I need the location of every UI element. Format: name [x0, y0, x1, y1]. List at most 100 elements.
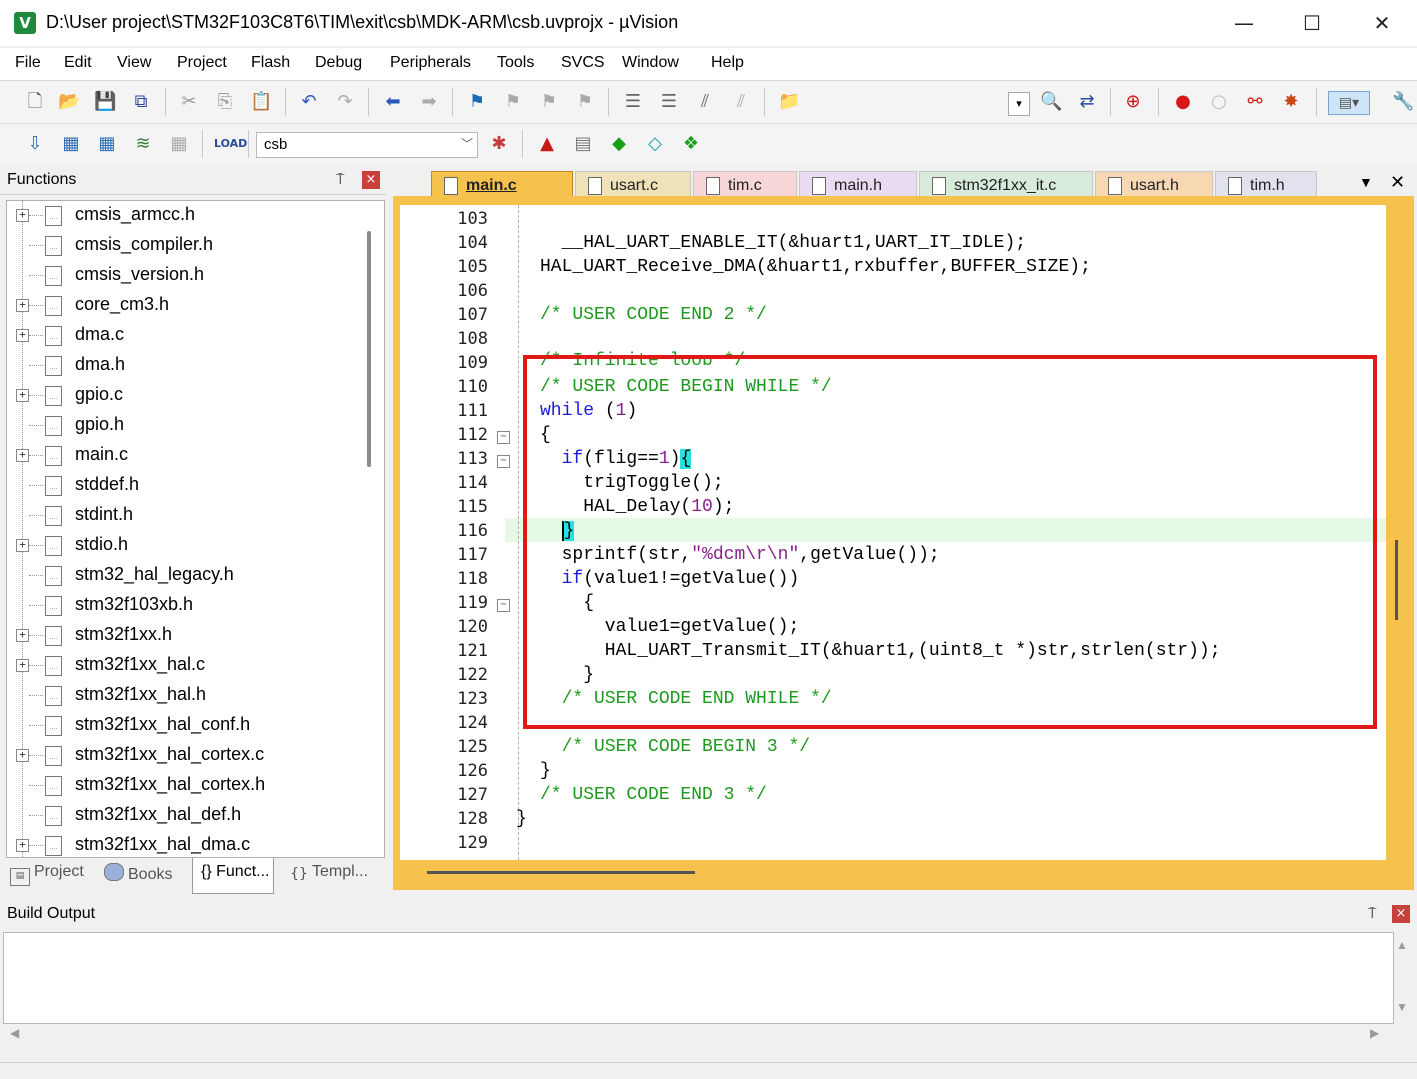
menu-peripherals[interactable]: Peripherals: [390, 54, 471, 72]
expand-icon[interactable]: +: [16, 389, 29, 402]
tree-item[interactable]: +.... stdio.h: [7, 531, 357, 561]
tree-item[interactable]: .... stm32f1xx_hal_def.h: [7, 801, 357, 831]
tree-item[interactable]: .... stm32f103xb.h: [7, 591, 357, 621]
expand-icon[interactable]: +: [16, 659, 29, 672]
tree-item[interactable]: +.... dma.c: [7, 321, 357, 351]
maximize-button[interactable]: ☐: [1282, 6, 1342, 40]
close-icon[interactable]: ×: [1392, 905, 1410, 923]
expand-icon[interactable]: +: [16, 329, 29, 342]
tab-functions[interactable]: {} Funct...: [192, 858, 275, 894]
find-icon[interactable]: 🔍: [1040, 91, 1062, 113]
code-line-127[interactable]: /* USER CODE END 3 */: [540, 785, 767, 805]
tree-item[interactable]: .... stddef.h: [7, 471, 357, 501]
menu-help[interactable]: Help: [711, 54, 744, 72]
target-options-icon[interactable]: ✱: [488, 133, 510, 155]
tree-item[interactable]: .... stm32f1xx_hal_conf.h: [7, 711, 357, 741]
incremental-find-icon[interactable]: ⇄: [1076, 91, 1098, 113]
code-line-104[interactable]: __HAL_UART_ENABLE_IT(&huart1,UART_IT_IDL…: [540, 233, 1027, 253]
scroll-up-arrow-icon[interactable]: ▲: [1396, 938, 1408, 952]
build-icon[interactable]: ▦: [60, 133, 82, 155]
menu-view[interactable]: View: [117, 54, 151, 72]
bookmark-icon[interactable]: ⚑: [466, 91, 488, 113]
next-bookmark-icon[interactable]: ⚑: [538, 91, 560, 113]
disable-breakpoints-icon[interactable]: ⚯: [1244, 91, 1266, 113]
stop-build-icon[interactable]: ▦: [168, 133, 190, 155]
paste-icon[interactable]: 📋: [250, 91, 272, 113]
menu-edit[interactable]: Edit: [64, 54, 92, 72]
expand-icon[interactable]: +: [16, 749, 29, 762]
pin-icon[interactable]: ⍑: [336, 171, 344, 188]
close-window-button[interactable]: ✕: [1352, 6, 1412, 40]
tree-item[interactable]: +.... stm32f1xx_hal_dma.c: [7, 831, 357, 857]
expand-icon[interactable]: +: [16, 839, 29, 852]
expand-icon[interactable]: +: [16, 629, 29, 642]
comment-icon[interactable]: ⫽: [694, 91, 716, 113]
configure-icon[interactable]: 🔧: [1392, 91, 1414, 113]
tree-item[interactable]: +.... gpio.c: [7, 381, 357, 411]
tree-item[interactable]: .... stm32f1xx_hal.h: [7, 681, 357, 711]
tree-item[interactable]: +.... core_cm3.h: [7, 291, 357, 321]
tab-project[interactable]: ▤ Project: [10, 863, 84, 889]
tree-item[interactable]: +.... main.c: [7, 441, 357, 471]
load-download-icon[interactable]: LOAD: [214, 133, 247, 155]
prev-bookmark-icon[interactable]: ⚑: [502, 91, 524, 113]
navigate-forward-icon[interactable]: ➡: [418, 91, 440, 113]
editor-horizontal-scrollbar[interactable]: [427, 871, 695, 874]
tree-item[interactable]: .... cmsis_compiler.h: [7, 231, 357, 261]
enable-breakpoint-icon[interactable]: ○: [1208, 91, 1230, 113]
menu-file[interactable]: File: [15, 54, 41, 72]
code-line-107[interactable]: /* USER CODE END 2 */: [540, 305, 767, 325]
pin-icon[interactable]: ⍑: [1368, 905, 1376, 922]
fold-toggle-icon[interactable]: −: [497, 599, 510, 612]
new-file-icon[interactable]: 🗋: [24, 91, 46, 113]
tab-books[interactable]: Books: [104, 863, 172, 889]
manage-project-items-icon[interactable]: ▲: [536, 133, 558, 155]
kill-breakpoints-icon[interactable]: ✸: [1280, 91, 1302, 113]
unindent-icon[interactable]: ☰: [658, 91, 680, 113]
navigate-back-icon[interactable]: ⬅: [382, 91, 404, 113]
scroll-down-arrow-icon[interactable]: ▼: [1396, 1000, 1408, 1014]
tree-item[interactable]: .... stm32_hal_legacy.h: [7, 561, 357, 591]
tree-scrollbar[interactable]: [367, 231, 371, 467]
close-icon[interactable]: ×: [362, 171, 380, 189]
menu-project[interactable]: Project: [177, 54, 227, 72]
undo-icon[interactable]: ↶: [298, 91, 320, 113]
rebuild-icon[interactable]: ▦: [96, 133, 118, 155]
tree-item[interactable]: .... gpio.h: [7, 411, 357, 441]
manage-run-time-icon[interactable]: ◇: [644, 133, 666, 155]
tree-item[interactable]: .... dma.h: [7, 351, 357, 381]
clear-bookmarks-icon[interactable]: ⚑: [574, 91, 596, 113]
tree-item[interactable]: .... stdint.h: [7, 501, 357, 531]
code-line-128[interactable]: }: [516, 809, 527, 829]
redo-icon[interactable]: ↷: [334, 91, 356, 113]
code-line-125[interactable]: /* USER CODE BEGIN 3 */: [540, 737, 810, 757]
menu-svcs[interactable]: SVCS: [561, 54, 605, 72]
tab-list-arrow-icon[interactable]: ▼: [1359, 174, 1373, 190]
save-icon[interactable]: 💾: [94, 91, 116, 113]
menu-flash[interactable]: Flash: [251, 54, 290, 72]
insert-breakpoint-icon[interactable]: ●: [1172, 91, 1194, 113]
open-file-icon[interactable]: 📂: [58, 91, 80, 113]
expand-icon[interactable]: +: [16, 299, 29, 312]
code-line-105[interactable]: HAL_UART_Receive_DMA(&huart1,rxbuffer,BU…: [540, 257, 1091, 277]
menu-window[interactable]: Window: [622, 54, 679, 72]
find-in-files-icon[interactable]: 📁: [778, 91, 800, 113]
editor-vertical-scrollbar[interactable]: [1395, 540, 1398, 620]
build-output-text[interactable]: [3, 932, 1394, 1024]
tree-item[interactable]: +.... stm32f1xx_hal.c: [7, 651, 357, 681]
window-layout-icon[interactable]: ▤▾: [1328, 91, 1370, 115]
uncomment-icon[interactable]: ⫽: [730, 91, 752, 113]
minimize-button[interactable]: —: [1214, 6, 1274, 40]
tab-templates[interactable]: {} Templ...: [290, 863, 368, 889]
manage-environment-icon[interactable]: ▤: [572, 133, 594, 155]
tree-item[interactable]: +.... stm32f1xx.h: [7, 621, 357, 651]
code-line-126[interactable]: }: [540, 761, 551, 781]
scroll-right-arrow-icon[interactable]: ▶: [1370, 1026, 1379, 1040]
pack-installer-icon[interactable]: ❖: [680, 133, 702, 155]
translate-icon[interactable]: ⇩: [24, 133, 46, 155]
close-tab-icon[interactable]: ✕: [1390, 172, 1405, 193]
tree-item[interactable]: .... cmsis_version.h: [7, 261, 357, 291]
tree-item[interactable]: .... stm32f1xx_hal_cortex.h: [7, 771, 357, 801]
expand-icon[interactable]: +: [16, 539, 29, 552]
expand-icon[interactable]: +: [16, 209, 29, 222]
